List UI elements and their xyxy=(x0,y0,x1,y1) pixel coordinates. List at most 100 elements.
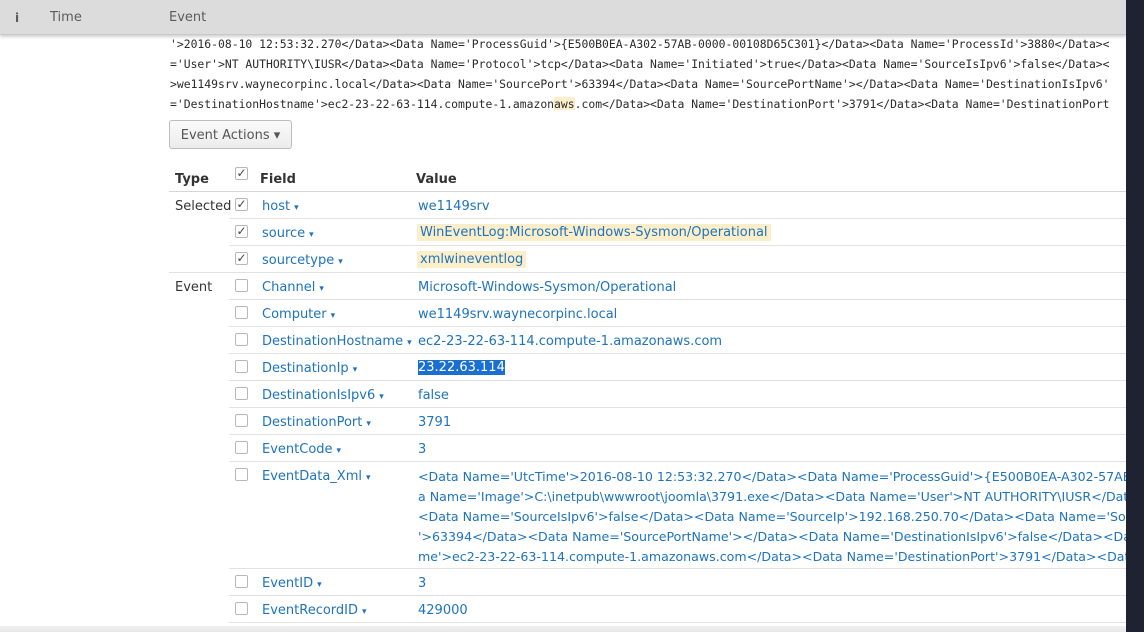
field-value[interactable]: 3 xyxy=(418,576,426,591)
next-row-peek xyxy=(0,626,1126,632)
time-column-header[interactable]: Time xyxy=(50,10,82,25)
field-name-dropdown[interactable]: source ▾ xyxy=(262,226,314,241)
field-name-dropdown[interactable]: Computer ▾ xyxy=(262,307,335,322)
field-name: EventData_Xml xyxy=(262,469,362,484)
field-value[interactable]: 3 xyxy=(418,442,426,457)
table-row: DestinationHostname ▾ ec2-23-22-63-114.com… xyxy=(169,327,1126,354)
field-name-dropdown[interactable]: EventData_Xml ▾ xyxy=(262,469,371,484)
field-checkbox[interactable] xyxy=(235,468,248,481)
table-header: Type ✓ Field Value xyxy=(169,164,1126,192)
results-header: i Time Event xyxy=(0,0,1126,35)
field-checkbox[interactable] xyxy=(235,575,248,588)
field-checkbox[interactable] xyxy=(235,387,248,400)
field-checkbox[interactable] xyxy=(235,602,248,615)
field-value-xml[interactable]: <Data Name='UtcTime'>2016-08-10 12:53:32… xyxy=(418,469,1126,569)
raw-line: '>2016-08-10 12:53:32.270</Data><Data Na… xyxy=(170,37,1110,51)
raw-text: ='DestinationHostname'>ec2-23-22-63-114.… xyxy=(170,97,555,110)
chevron-down-icon: ▾ xyxy=(365,473,371,483)
table-row: EventRecordID ▾ 429000 xyxy=(169,596,1126,623)
table-row: DestinationIsIpv6 ▾ false xyxy=(169,381,1126,408)
field-name: sourcetype xyxy=(262,253,335,268)
field-name-dropdown[interactable]: DestinationIsIpv6 ▾ xyxy=(262,388,384,403)
event-column-header[interactable]: Event xyxy=(169,10,206,25)
field-name: host xyxy=(262,199,291,214)
table-row: DestinationPort ▾ 3791 xyxy=(169,408,1126,435)
field-checkbox[interactable] xyxy=(235,333,248,346)
field-checkbox[interactable] xyxy=(235,360,248,373)
field-name-dropdown[interactable]: host ▾ xyxy=(262,199,299,214)
field-value[interactable]: we1149srv xyxy=(418,199,490,214)
table-row: DestinationIp ▾ 23.22.63.114 xyxy=(169,354,1126,381)
xml-line: me'>ec2-23-22-63-114.compute-1.amazonaws… xyxy=(418,549,1126,564)
field-checkbox[interactable]: ✓ xyxy=(235,252,248,265)
field-name-dropdown[interactable]: EventRecordID ▾ xyxy=(262,603,367,618)
row-divider xyxy=(229,622,1126,623)
xml-line: a Name='Image'>C:\inetpub\wwwroot\joomla… xyxy=(418,489,1126,504)
field-checkbox[interactable]: ✓ xyxy=(235,225,248,238)
field-value[interactable]: Microsoft-Windows-Sysmon/Operational xyxy=(418,280,676,295)
chevron-down-icon: ▾ xyxy=(294,203,299,213)
table-row: ✓ sourcetype ▾ xmlwineventlog xyxy=(169,246,1126,273)
field-checkbox[interactable] xyxy=(235,306,248,319)
chevron-down-icon: ▾ xyxy=(319,284,324,294)
field-checkbox[interactable] xyxy=(235,441,248,454)
chevron-down-icon: ▾ xyxy=(309,230,314,240)
chevron-down-icon: ▾ xyxy=(352,365,358,375)
field-name-dropdown[interactable]: sourcetype ▾ xyxy=(262,253,343,268)
field-checkbox[interactable]: ✓ xyxy=(235,198,248,211)
field-name: Channel xyxy=(262,280,316,295)
field-name: DestinationPort xyxy=(262,415,363,430)
field-name: EventID xyxy=(262,576,314,591)
field-name-dropdown[interactable]: Channel ▾ xyxy=(262,280,324,295)
scrollbar-edge xyxy=(1126,0,1144,632)
table-row: EventData_Xml ▾ <Data Name='UtcTime'>2016-… xyxy=(169,462,1126,569)
field-name: DestinationIp xyxy=(262,361,349,376)
xml-line: <Data Name='UtcTime'>2016-08-10 12:53:32… xyxy=(418,469,1126,484)
chevron-down-icon: ▾ xyxy=(317,580,322,590)
search-highlight: aws xyxy=(554,97,575,110)
field-value[interactable]: ec2-23-22-63-114.compute-1.amazonaws.com xyxy=(418,334,722,349)
raw-event-text: '>2016-08-10 12:53:32.270</Data><Data Na… xyxy=(170,34,1126,110)
field-checkbox[interactable] xyxy=(235,279,248,292)
field-value[interactable]: WinEventLog:Microsoft-Windows-Sysmon/Ope… xyxy=(417,224,771,241)
row-type: Event xyxy=(175,280,213,295)
table-row: Event Channel ▾ Microsoft-Windows-Sysmon/Op… xyxy=(169,273,1126,300)
raw-line: >we1149srv.waynecorpinc.local</Data><Dat… xyxy=(170,77,1110,91)
field-name-dropdown[interactable]: EventCode ▾ xyxy=(262,442,341,457)
xml-line: <Data Name='SourceIsIpv6'>false</Data><D… xyxy=(418,509,1126,524)
field-name: source xyxy=(262,226,306,241)
field-value[interactable]: 3791 xyxy=(418,415,451,430)
table-row: Selected ✓ host ▾ we1149srv xyxy=(169,192,1126,219)
table-row: Computer ▾ we1149srv.waynecorpinc.local xyxy=(169,300,1126,327)
select-all-checkbox[interactable]: ✓ xyxy=(235,167,248,180)
chevron-down-icon: ▾ xyxy=(362,607,367,617)
field-value[interactable]: 23.22.63.114 xyxy=(418,360,505,375)
table-row: ✓ source ▾ WinEventLog:Microsoft-Windows-Sy… xyxy=(169,219,1126,246)
value-header: Value xyxy=(416,172,457,187)
info-icon[interactable]: i xyxy=(15,11,19,25)
field-value[interactable]: false xyxy=(418,388,449,403)
field-name-dropdown[interactable]: DestinationHostname ▾ xyxy=(262,334,412,349)
field-name-dropdown[interactable]: DestinationIp ▾ xyxy=(262,361,357,376)
field-value[interactable]: xmlwineventlog xyxy=(417,251,527,268)
raw-line: ='DestinationHostname'>ec2-23-22-63-114.… xyxy=(170,94,1126,110)
field-name: EventCode xyxy=(262,442,333,457)
chevron-down-icon: ▾ xyxy=(338,257,343,267)
table-row: EventID ▾ 3 xyxy=(169,569,1126,596)
row-type: Selected xyxy=(175,199,232,214)
raw-text: .com</Data><Data Name='DestinationPort'>… xyxy=(574,97,1110,110)
event-actions-button[interactable]: Event Actions ▾ xyxy=(169,120,292,149)
field-value[interactable]: 429000 xyxy=(418,603,468,618)
fields-table: Type ✓ Field Value Selected ✓ host ▾ we1149s… xyxy=(169,164,1126,623)
field-name: EventRecordID xyxy=(262,603,359,618)
field-name-dropdown[interactable]: EventID ▾ xyxy=(262,576,322,591)
raw-line: ='User'>NT AUTHORITY\IUSR</Data><Data Na… xyxy=(170,57,1110,71)
chevron-down-icon: ▾ xyxy=(330,311,336,321)
chevron-down-icon: ▾ xyxy=(336,446,342,456)
field-value[interactable]: we1149srv.waynecorpinc.local xyxy=(418,307,617,322)
type-header: Type xyxy=(175,172,209,187)
field-checkbox[interactable] xyxy=(235,414,248,427)
field-name-dropdown[interactable]: DestinationPort ▾ xyxy=(262,415,371,430)
chevron-down-icon: ▾ xyxy=(366,419,371,429)
field-name: DestinationHostname xyxy=(262,334,404,349)
